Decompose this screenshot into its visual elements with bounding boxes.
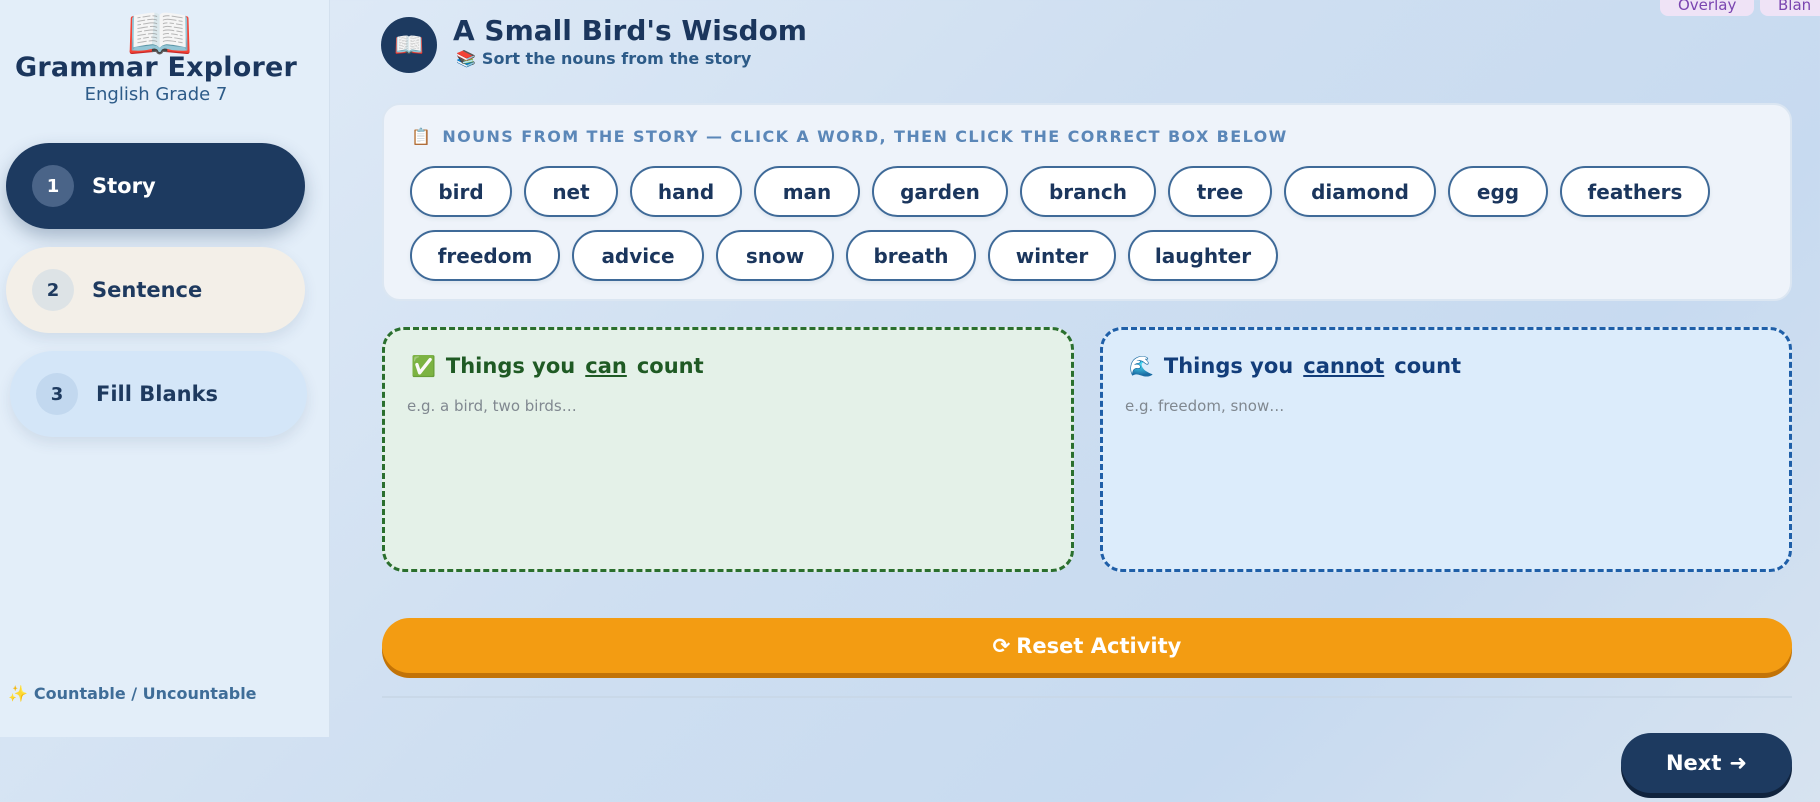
sidebar: 📖 Grammar Explorer English Grade 7 1 Sto… — [0, 0, 330, 737]
tab-overlay[interactable]: Overlay — [1660, 0, 1755, 16]
word-chip-freedom[interactable]: freedom — [410, 230, 560, 281]
word-chip-advice[interactable]: advice — [572, 230, 704, 281]
arrow-right-icon: ➜ — [1729, 751, 1747, 775]
word-chip-net[interactable]: net — [524, 166, 618, 217]
word-bank-heading: 📋 NOUNS FROM THE STORY — CLICK A WORD, TH… — [411, 127, 1288, 146]
countable-zone-title: ✅ Things you can count — [411, 354, 704, 378]
next-label: Next — [1665, 751, 1722, 775]
books-icon: 📚 — [456, 49, 476, 68]
word-chip-tree[interactable]: tree — [1168, 166, 1272, 217]
refresh-icon: ⟳ — [992, 633, 1011, 658]
sidebar-item-label: Story — [92, 174, 156, 198]
brand-title: Grammar Explorer — [14, 52, 298, 83]
word-chip-egg[interactable]: egg — [1448, 166, 1548, 217]
word-chip-bird[interactable]: bird — [410, 166, 512, 217]
page-subtitle: 📚 Sort the nouns from the story — [456, 49, 751, 68]
subtitle-text: Sort the nouns from the story — [481, 49, 752, 68]
countable-zone-hint: e.g. a bird, two birds… — [407, 397, 577, 415]
word-chip-breath[interactable]: breath — [846, 230, 976, 281]
uncountable-drop-zone[interactable]: 🌊 Things you cannot count e.g. freedom, … — [1100, 327, 1792, 572]
step-number: 3 — [36, 373, 78, 415]
sidebar-item-label: Fill Blanks — [96, 382, 219, 406]
word-chip-snow[interactable]: snow — [716, 230, 834, 281]
step-number: 2 — [32, 269, 74, 311]
zone-title-emphasis: cannot — [1303, 354, 1385, 378]
topic-label: Countable / Uncountable — [33, 684, 257, 703]
zone-title-suffix: count — [1394, 354, 1462, 378]
brand-subtitle: English Grade 7 — [84, 84, 228, 105]
tab-blanks[interactable]: Blan — [1760, 0, 1820, 16]
step-number: 1 — [32, 165, 74, 207]
word-chip-hand[interactable]: hand — [630, 166, 742, 217]
reset-activity-button[interactable]: ⟳ Reset Activity — [382, 618, 1792, 673]
book-icon: 📖 — [381, 17, 437, 73]
sidebar-item-fill-blanks[interactable]: 3 Fill Blanks — [10, 351, 307, 437]
next-button[interactable]: Next ➜ — [1621, 733, 1792, 793]
word-bank: 📋 NOUNS FROM THE STORY — CLICK A WORD, TH… — [382, 103, 1792, 301]
clipboard-icon: 📋 — [411, 127, 433, 146]
zone-title-suffix: count — [636, 354, 704, 378]
countable-drop-zone[interactable]: ✅ Things you can count e.g. a bird, two … — [382, 327, 1074, 572]
sidebar-item-story[interactable]: 1 Story — [6, 143, 305, 229]
topic-footer: ✨ Countable / Uncountable — [8, 684, 257, 703]
zone-title-emphasis: can — [585, 354, 627, 378]
word-chip-diamond[interactable]: diamond — [1284, 166, 1436, 217]
divider — [382, 696, 1792, 698]
page-title: A Small Bird's Wisdom — [453, 14, 807, 47]
word-chip-branch[interactable]: branch — [1020, 166, 1156, 217]
check-mark-icon: ✅ — [411, 354, 436, 378]
uncountable-zone-title: 🌊 Things you cannot count — [1129, 354, 1461, 378]
word-chip-laughter[interactable]: laughter — [1128, 230, 1278, 281]
word-chip-man[interactable]: man — [754, 166, 860, 217]
sparkles-icon: ✨ — [8, 684, 28, 703]
zone-title-prefix: Things you — [1163, 354, 1294, 378]
sidebar-item-label: Sentence — [92, 278, 203, 302]
reset-label: Reset Activity — [1016, 633, 1182, 658]
word-chip-garden[interactable]: garden — [872, 166, 1008, 217]
uncountable-zone-hint: e.g. freedom, snow… — [1125, 397, 1285, 415]
sidebar-item-sentence[interactable]: 2 Sentence — [6, 247, 305, 333]
zone-title-prefix: Things you — [445, 354, 576, 378]
word-chip-feathers[interactable]: feathers — [1560, 166, 1710, 217]
word-chip-winter[interactable]: winter — [988, 230, 1116, 281]
wave-icon: 🌊 — [1129, 354, 1154, 378]
word-bank-instruction: NOUNS FROM THE STORY — CLICK A WORD, THE… — [442, 127, 1288, 146]
